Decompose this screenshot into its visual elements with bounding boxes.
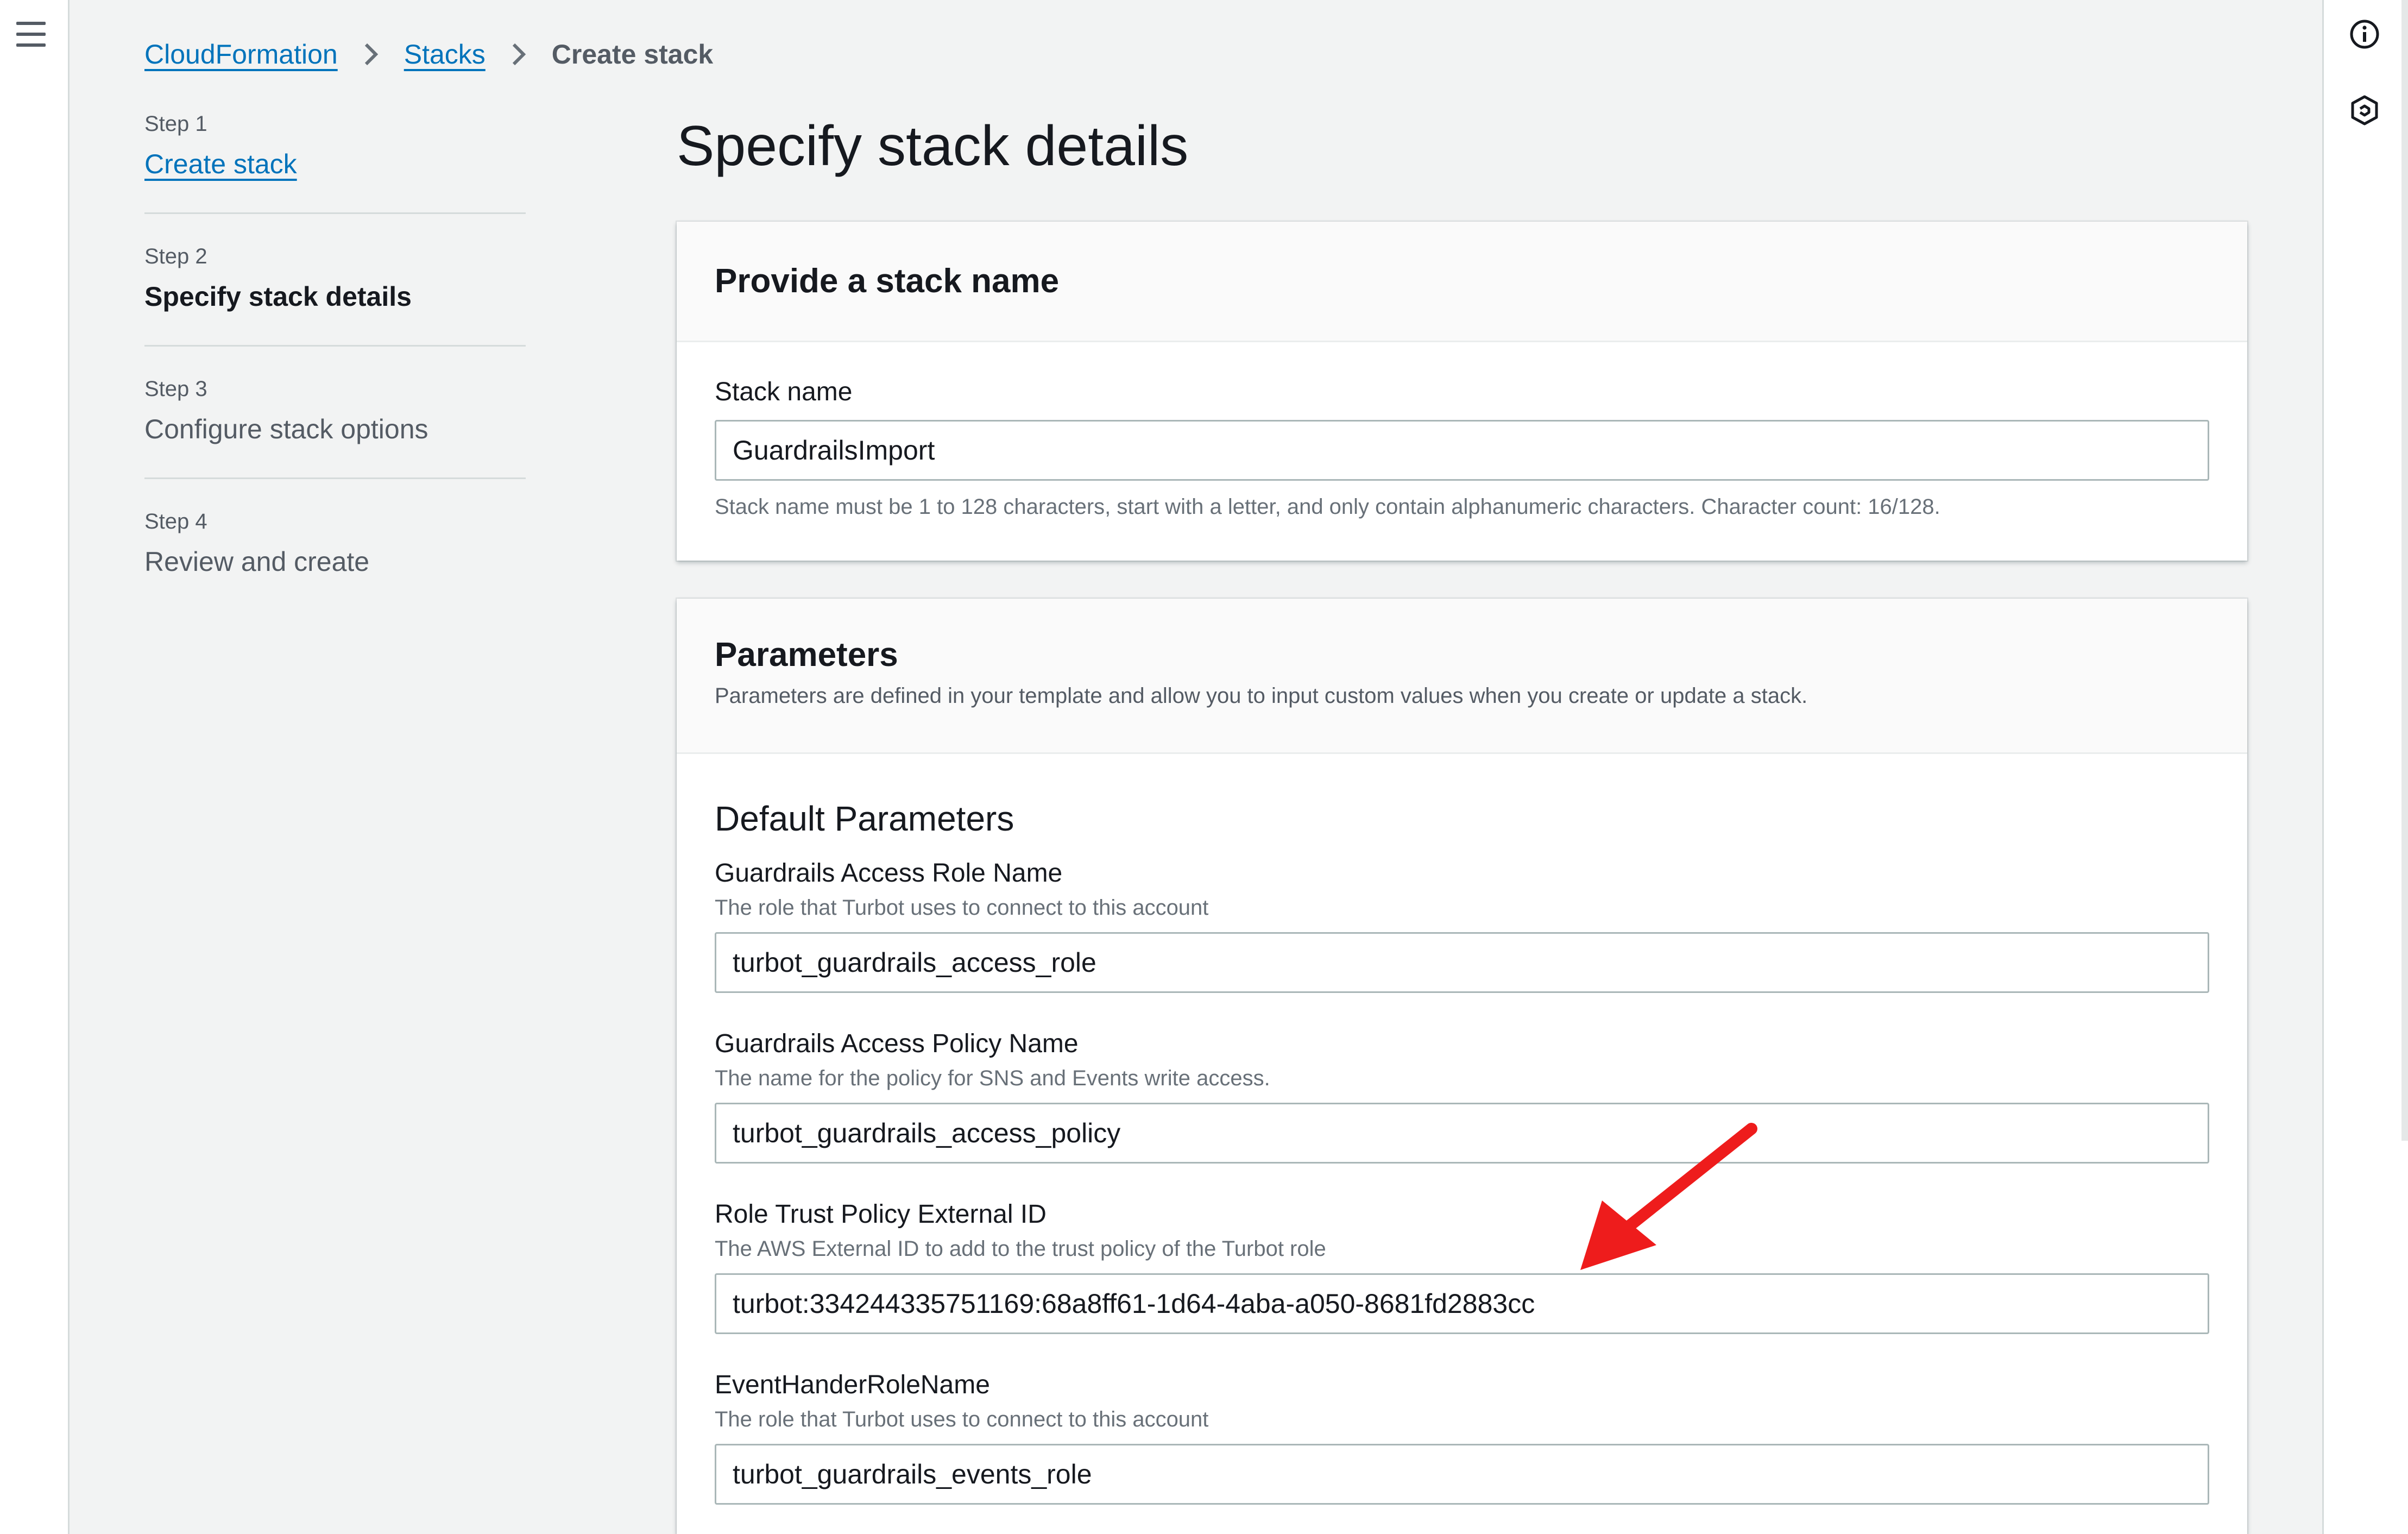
stack-name-label: Stack name <box>715 378 853 406</box>
parameter-label: Guardrails Access Role Name <box>715 859 1063 888</box>
parameter-description: The AWS External ID to add to the trust … <box>715 1237 1326 1261</box>
access-policy-name-input[interactable]: turbot_guardrails_access_policy <box>715 1103 2209 1164</box>
step-title: Review and create <box>144 546 370 577</box>
parameter-field: Guardrails Access Role Name The role tha… <box>715 858 2209 993</box>
cloudformation-console: { "breadcrumb": { "items": ["CloudFormat… <box>0 0 2408 1534</box>
step-title: Configure stack options <box>144 414 428 444</box>
breadcrumb-current: Create stack <box>551 39 714 70</box>
info-icon[interactable] <box>2348 18 2381 51</box>
stack-name-input[interactable]: GuardrailsImport <box>715 420 2209 481</box>
wizard-step-3: Step 3 Configure stack options <box>144 377 526 479</box>
page-title: Specify stack details <box>677 115 1189 178</box>
card-title: Parameters <box>715 636 898 674</box>
step-link-create-stack[interactable]: Create stack <box>144 148 526 180</box>
parameter-description: The role that Turbot uses to connect to … <box>715 896 1209 920</box>
card-header: Parameters Parameters are defined in you… <box>677 599 2247 754</box>
wizard-step-4: Step 4 Review and create <box>144 510 526 610</box>
tools-rail <box>2322 0 2408 1534</box>
card-title: Provide a stack name <box>715 262 1060 300</box>
card-body: Default Parameters Guardrails Access Rol… <box>677 754 2247 1505</box>
stack-name-constraint: Stack name must be 1 to 128 characters, … <box>715 495 1940 519</box>
card-body: Stack name GuardrailsImport Stack name m… <box>677 342 2247 519</box>
parameter-description: The role that Turbot uses to connect to … <box>715 1407 1209 1431</box>
wizard-steps: Step 1 Create stack Step 2 Specify stack… <box>144 112 526 640</box>
parameter-label: Role Trust Policy External ID <box>715 1200 1047 1229</box>
chevron-right-icon <box>512 43 526 66</box>
card-header: Provide a stack name <box>677 222 2247 342</box>
step-number: Step 4 <box>144 510 207 533</box>
access-role-name-input[interactable]: turbot_guardrails_access_role <box>715 932 2209 993</box>
parameters-container: Parameters Parameters are defined in you… <box>677 599 2247 1534</box>
hamburger-icon[interactable] <box>16 22 46 47</box>
card-description: Parameters are defined in your template … <box>715 684 1808 708</box>
parameter-description: The name for the policy for SNS and Even… <box>715 1066 1270 1090</box>
parameter-field: Role Trust Policy External ID The AWS Ex… <box>715 1199 2209 1334</box>
parameter-label: EventHanderRoleName <box>715 1370 990 1399</box>
step-title-current: Specify stack details <box>144 281 412 312</box>
breadcrumb: CloudFormation Stacks Create stack <box>144 37 713 72</box>
wizard-step-1: Step 1 Create stack <box>144 112 526 214</box>
step-number: Step 2 <box>144 244 207 268</box>
breadcrumb-stacks[interactable]: Stacks <box>404 39 486 70</box>
stack-name-container: Provide a stack name Stack name Guardrai… <box>677 222 2247 561</box>
parameter-field: EventHanderRoleName The role that Turbot… <box>715 1370 2209 1505</box>
events-role-name-input[interactable]: turbot_guardrails_events_role <box>715 1444 2209 1505</box>
hexagon-icon[interactable] <box>2348 94 2381 127</box>
side-navigation-rail <box>0 0 70 1534</box>
step-number: Step 3 <box>144 377 207 401</box>
chevron-right-icon <box>364 43 378 66</box>
scrollbar-track[interactable] <box>2401 0 2408 1141</box>
external-id-input[interactable]: turbot:334244335751169:68a8ff61-1d64-4ab… <box>715 1273 2209 1334</box>
section-title: Default Parameters <box>715 799 1014 838</box>
step-number: Step 1 <box>144 112 207 136</box>
wizard-step-2: Step 2 Specify stack details <box>144 244 526 347</box>
breadcrumb-cloudformation[interactable]: CloudFormation <box>144 39 338 70</box>
parameter-label: Guardrails Access Policy Name <box>715 1029 1079 1058</box>
parameter-field: Guardrails Access Policy Name The name f… <box>715 1029 2209 1164</box>
